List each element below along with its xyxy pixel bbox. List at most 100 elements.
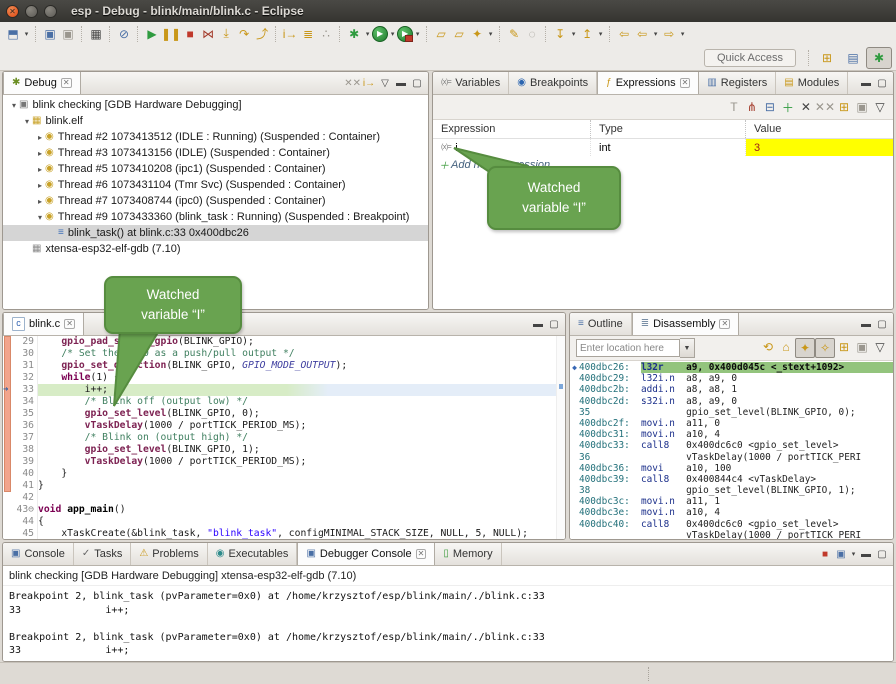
disassembly-line[interactable]: 400dbc2f:movi.n a11, 0 xyxy=(570,418,893,429)
show-source-icon[interactable]: ✦ xyxy=(795,338,815,358)
build-all-icon[interactable]: ▦ xyxy=(87,25,105,43)
resume-icon[interactable]: ▶ xyxy=(143,25,161,43)
window-minimize-button[interactable] xyxy=(25,5,38,18)
debug-perspective-button[interactable]: ✱ xyxy=(866,47,892,69)
editor-tab-blink-c[interactable]: cblink.c✕ xyxy=(3,313,84,335)
external-tools-icon[interactable]: ▶ xyxy=(397,26,413,42)
collapse-all-icon[interactable]: ⊟ xyxy=(761,98,779,116)
debug-tab-debug[interactable]: ✱Debug✕ xyxy=(3,72,81,94)
show-type-names-icon[interactable]: T xyxy=(725,98,743,116)
cpp-perspective-button[interactable]: ▤ xyxy=(840,47,866,69)
code-line[interactable]: } xyxy=(38,468,556,480)
code-line[interactable]: { xyxy=(38,516,556,528)
new-view-icon[interactable]: ⊞ xyxy=(835,98,853,116)
maximize-icon[interactable]: ▢ xyxy=(874,316,890,332)
disassembly-line[interactable]: 38 gpio_set_level(BLINK_GPIO, 1); xyxy=(570,485,893,496)
launch-config-menu-arrow[interactable]: ▾ xyxy=(486,30,495,38)
skip-all-breakpoints-icon[interactable]: ⊘ xyxy=(115,25,133,43)
previous-annotation-menu-arrow[interactable]: ▾ xyxy=(596,30,605,38)
use-step-filters-icon[interactable]: ∴ xyxy=(317,25,335,43)
maximize-icon[interactable]: ▢ xyxy=(546,316,562,332)
debug-tree-row[interactable]: ▸◉Thread #6 1073431104 (Tmr Svc) (Suspen… xyxy=(3,177,428,193)
minimize-icon[interactable]: ▬ xyxy=(858,316,874,332)
expressions-table-header[interactable]: Expression Type Value xyxy=(433,120,893,139)
disassembly-line[interactable]: 400dbc29:l32i.n a8, a9, 0 xyxy=(570,373,893,384)
console-tab-console[interactable]: ▣Console xyxy=(3,543,74,565)
expand-arrow-icon[interactable]: ▾ xyxy=(22,117,32,126)
disassembly-line[interactable]: 400dbc40:call8 0x400dc6c0 <gpio_set_leve… xyxy=(570,519,893,530)
expressions-tab-breakpoints[interactable]: ◉Breakpoints xyxy=(509,72,597,94)
debug-tree-row[interactable]: ▸◉Thread #2 1073413512 (IDLE : Running) … xyxy=(3,129,428,145)
debug-tree-row[interactable]: ▾▦blink.elf xyxy=(3,113,428,129)
disassembly-line[interactable]: 36 vTaskDelay(1000 / portTICK_PERI xyxy=(570,452,893,463)
pin-view-icon[interactable]: ▣ xyxy=(853,98,871,116)
pin-view-icon[interactable]: ▣ xyxy=(853,338,871,356)
expand-arrow-icon[interactable]: ▾ xyxy=(9,101,19,110)
expressions-tab-modules[interactable]: ▤Modules xyxy=(776,72,848,94)
instruction-step-toggle-icon[interactable]: i→ xyxy=(361,75,377,91)
display-selected-console-menu-arrow[interactable]: ▾ xyxy=(849,550,858,558)
disassembly-line[interactable]: 400dbc2d:s32i.n a8, a9, 0 xyxy=(570,396,893,407)
debug-tree-row[interactable]: ≡blink_task() at blink.c:33 0x400dbc26 xyxy=(3,225,428,241)
code-line[interactable]: gpio_set_level(BLINK_GPIO, 0); xyxy=(38,408,556,420)
step-return-icon[interactable]: ⤴ xyxy=(253,25,271,43)
new-wizard-icon[interactable]: ⬒ xyxy=(4,25,22,43)
disassembly-line[interactable]: 400dbc33:call8 0x400dc6c0 <gpio_set_leve… xyxy=(570,440,893,451)
new-wizard-menu-arrow[interactable]: ▾ xyxy=(22,30,31,38)
code-line[interactable]: gpio_set_level(BLINK_GPIO, 1); xyxy=(38,444,556,456)
save-icon[interactable]: ▣ xyxy=(41,25,59,43)
code-line[interactable]: } xyxy=(38,480,556,492)
add-expression-icon[interactable]: ＋ xyxy=(779,98,797,116)
tab-close-icon[interactable]: ✕ xyxy=(719,319,730,329)
disassembly-line[interactable]: 35 gpio_set_level(BLINK_GPIO, 0); xyxy=(570,407,893,418)
disassembly-tab-disassembly[interactable]: ≣Disassembly✕ xyxy=(632,313,739,335)
debug-tree-row[interactable]: ▸◉Thread #3 1073413156 (IDLE) (Suspended… xyxy=(3,145,428,161)
launch-config-icon[interactable]: ✦ xyxy=(468,25,486,43)
maximize-icon[interactable]: ▢ xyxy=(409,75,425,91)
code-editor[interactable]: ➜ 293031323334353637383940414243⊖4445 gp… xyxy=(3,336,565,540)
expand-arrow-icon[interactable]: ▸ xyxy=(35,165,45,174)
next-annotation-icon[interactable]: ↧ xyxy=(551,25,569,43)
previous-annotation-icon[interactable]: ↥ xyxy=(578,25,596,43)
maximize-icon[interactable]: ▢ xyxy=(874,75,890,91)
console-output[interactable]: Breakpoint 2, blink_task (pvParameter=0x… xyxy=(3,586,893,661)
column-type[interactable]: Type xyxy=(591,120,746,138)
disassembly-current-line[interactable]: ◆400dbc26:l32r a9, 0x400d045c <_stext+10… xyxy=(570,362,893,373)
code-line[interactable]: void app_main() xyxy=(38,504,556,516)
window-maximize-button[interactable] xyxy=(44,5,57,18)
code-line[interactable]: /* Blink on (output high) */ xyxy=(38,432,556,444)
column-expression[interactable]: Expression xyxy=(433,120,591,138)
disconnect-icon[interactable]: ⋈ xyxy=(199,25,217,43)
debugger-console[interactable]: blink checking [GDB Hardware Debugging] … xyxy=(3,566,893,661)
code-line[interactable]: vTaskDelay(1000 / portTICK_PERIOD_MS); xyxy=(38,420,556,432)
open-perspective-button[interactable]: ⊞ xyxy=(814,47,840,69)
terminate-icon[interactable]: ■ xyxy=(181,25,199,43)
tab-close-icon[interactable]: ✕ xyxy=(64,319,75,329)
last-edit-location-icon[interactable]: ⇦ xyxy=(615,25,633,43)
debug-tree-row[interactable]: ▦xtensa-esp32-elf-gdb (7.10) xyxy=(3,241,428,257)
go-home-icon[interactable]: ⌂ xyxy=(777,338,795,356)
remove-all-terminated-icon[interactable]: ✕✕ xyxy=(344,75,361,91)
show-step-filters-icon[interactable]: ≣ xyxy=(299,25,317,43)
suspend-icon[interactable]: ❚❚ xyxy=(161,25,181,43)
disassembly-line[interactable]: 400dbc3c:movi.n a11, 1 xyxy=(570,496,893,507)
disassembly-line[interactable]: 400dbc36:movi a10, 100 xyxy=(570,463,893,474)
mark-occurrences-icon[interactable]: ◌ xyxy=(523,25,541,43)
quick-access-button[interactable]: Quick Access xyxy=(704,49,796,67)
location-input[interactable]: Enter location here xyxy=(576,339,680,357)
expand-arrow-icon[interactable]: ▸ xyxy=(35,149,45,158)
tab-close-icon[interactable]: ✕ xyxy=(61,78,72,88)
open-project-folder-icon[interactable]: ▱ xyxy=(432,25,450,43)
disassembly-line[interactable]: 400dbc31:movi.n a10, 4 xyxy=(570,429,893,440)
step-over-icon[interactable]: ↷ xyxy=(235,25,253,43)
debug-tree-row[interactable]: ▸◉Thread #5 1073410208 (ipc1) (Suspended… xyxy=(3,161,428,177)
expressions-tab-variables[interactable]: (x)=Variables xyxy=(433,72,509,94)
editor-overview-ruler[interactable] xyxy=(556,336,565,540)
console-tab-tasks[interactable]: ✓Tasks xyxy=(74,543,132,565)
minimize-icon[interactable]: ▬ xyxy=(858,546,874,562)
console-tab-memory[interactable]: ▯Memory xyxy=(435,543,501,565)
forward-icon[interactable]: ⇨ xyxy=(660,25,678,43)
view-menu-icon[interactable]: ▽ xyxy=(871,98,889,116)
column-value[interactable]: Value xyxy=(746,120,893,138)
window-close-button[interactable]: ✕ xyxy=(6,5,19,18)
